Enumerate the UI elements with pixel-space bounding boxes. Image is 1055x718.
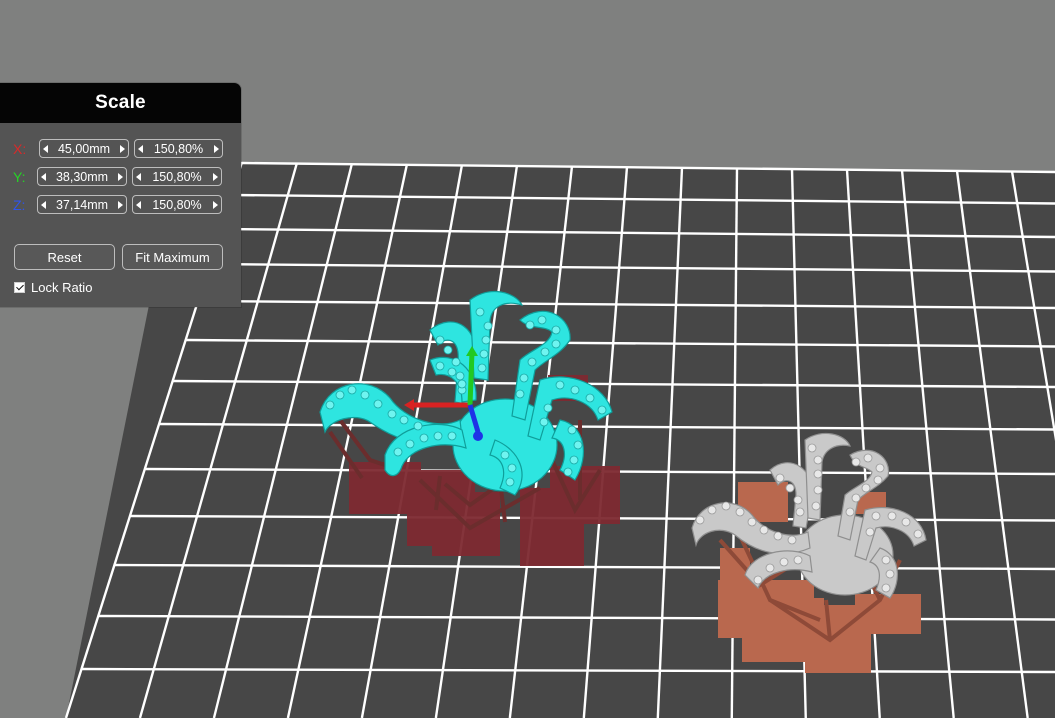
x-percent-value[interactable]: 150,80% — [143, 142, 214, 156]
scale-row-z: Z: 37,14mm 150,80% — [0, 195, 241, 217]
x-size-spinbox[interactable]: 45,00mm — [39, 139, 129, 158]
increment-arrow-icon[interactable] — [118, 200, 123, 209]
y-size-spinbox[interactable]: 38,30mm — [37, 167, 127, 186]
increment-arrow-icon[interactable] — [120, 144, 125, 153]
x-size-value[interactable]: 45,00mm — [48, 142, 120, 156]
increment-arrow-icon[interactable] — [118, 172, 123, 181]
z-size-value[interactable]: 37,14mm — [46, 198, 118, 212]
lock-ratio-checkbox[interactable] — [14, 282, 25, 293]
z-percent-value[interactable]: 150,80% — [141, 198, 213, 212]
y-percent-spinbox[interactable]: 150,80% — [132, 167, 222, 186]
z-percent-spinbox[interactable]: 150,80% — [132, 195, 222, 214]
z-size-spinbox[interactable]: 37,14mm — [37, 195, 127, 214]
x-percent-spinbox[interactable]: 150,80% — [134, 139, 223, 158]
scale-row-y: Y: 38,30mm 150,80% — [0, 167, 241, 189]
increment-arrow-icon[interactable] — [214, 144, 219, 153]
fit-maximum-button[interactable]: Fit Maximum — [122, 244, 223, 270]
y-size-value[interactable]: 38,30mm — [46, 170, 118, 184]
axis-label-z: Z: — [13, 197, 26, 213]
axis-label-x: X: — [13, 141, 27, 157]
scale-panel-title: Scale — [0, 83, 241, 123]
axis-label-y: Y: — [13, 169, 26, 185]
y-percent-value[interactable]: 150,80% — [141, 170, 213, 184]
scale-panel: Scale X: 45,00mm 150,80% Y: 38,30mm 150,… — [0, 83, 241, 307]
increment-arrow-icon[interactable] — [213, 172, 218, 181]
reset-button[interactable]: Reset — [14, 244, 115, 270]
scale-row-x: X: 45,00mm 150,80% — [0, 139, 241, 161]
lock-ratio-label: Lock Ratio — [31, 280, 93, 295]
lock-ratio-control[interactable]: Lock Ratio — [14, 280, 92, 295]
increment-arrow-icon[interactable] — [213, 200, 218, 209]
